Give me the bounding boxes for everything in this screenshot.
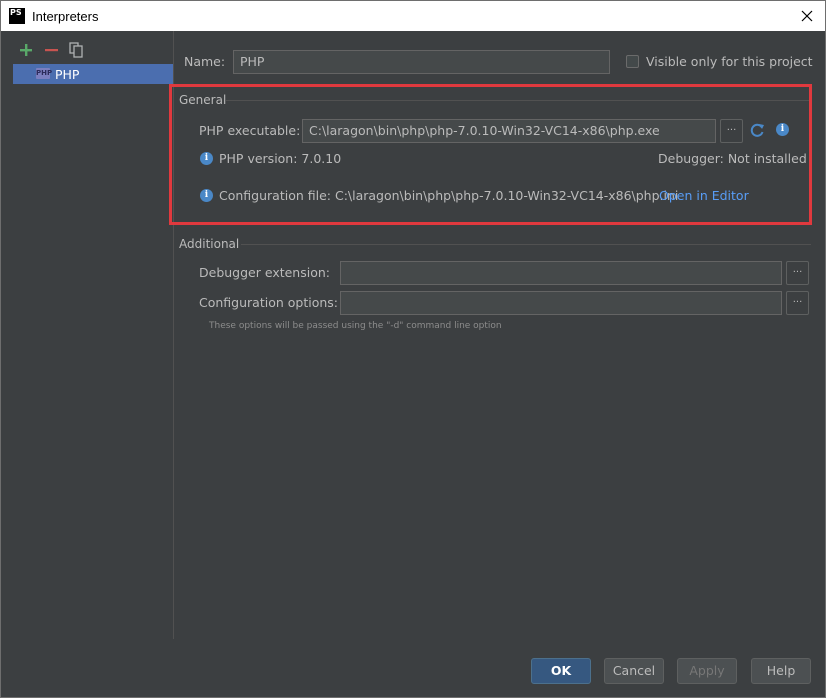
- add-interpreter-button[interactable]: [17, 41, 35, 59]
- help-button[interactable]: Help: [751, 658, 811, 684]
- minus-icon: [45, 49, 58, 52]
- name-input[interactable]: PHP: [233, 50, 610, 74]
- configuration-options-label: Configuration options:: [199, 295, 338, 310]
- additional-section-divider: [241, 244, 811, 245]
- php-icon: PHP: [36, 68, 53, 79]
- additional-section-title: Additional: [179, 237, 240, 251]
- configuration-options-browse-button[interactable]: ...: [786, 291, 809, 315]
- configuration-options-hint: These options will be passed using the "…: [209, 321, 502, 331]
- window-title: Interpreters: [32, 9, 99, 24]
- visible-only-label: Visible only for this project: [646, 54, 813, 69]
- copy-interpreter-button[interactable]: [67, 41, 85, 59]
- visible-only-checkbox[interactable]: [626, 55, 639, 68]
- interpreters-dialog: PHP PHP Name: PHP Visible only for this …: [0, 31, 826, 698]
- phpstorm-app-icon: PS: [9, 8, 25, 24]
- remove-interpreter-button[interactable]: [43, 41, 61, 59]
- interpreters-list-panel: PHP PHP: [1, 31, 174, 639]
- debugger-extension-browse-button[interactable]: ...: [786, 261, 809, 285]
- cancel-button[interactable]: Cancel: [604, 658, 664, 684]
- configuration-options-input[interactable]: [340, 291, 782, 315]
- debugger-extension-input[interactable]: [340, 261, 782, 285]
- apply-button[interactable]: Apply: [677, 658, 737, 684]
- interpreter-item-php[interactable]: PHP PHP: [13, 64, 173, 84]
- close-button[interactable]: [797, 6, 817, 26]
- plus-icon: [20, 44, 32, 56]
- interpreter-item-label: PHP: [55, 67, 80, 82]
- interpreters-list: PHP PHP: [13, 64, 173, 84]
- ok-button[interactable]: OK: [531, 658, 591, 684]
- copy-icon: [69, 42, 83, 58]
- general-highlight-box: [169, 84, 812, 225]
- debugger-extension-label: Debugger extension:: [199, 265, 330, 280]
- name-label: Name:: [184, 54, 226, 69]
- title-bar: PS Interpreters: [0, 0, 826, 31]
- close-icon: [801, 10, 813, 22]
